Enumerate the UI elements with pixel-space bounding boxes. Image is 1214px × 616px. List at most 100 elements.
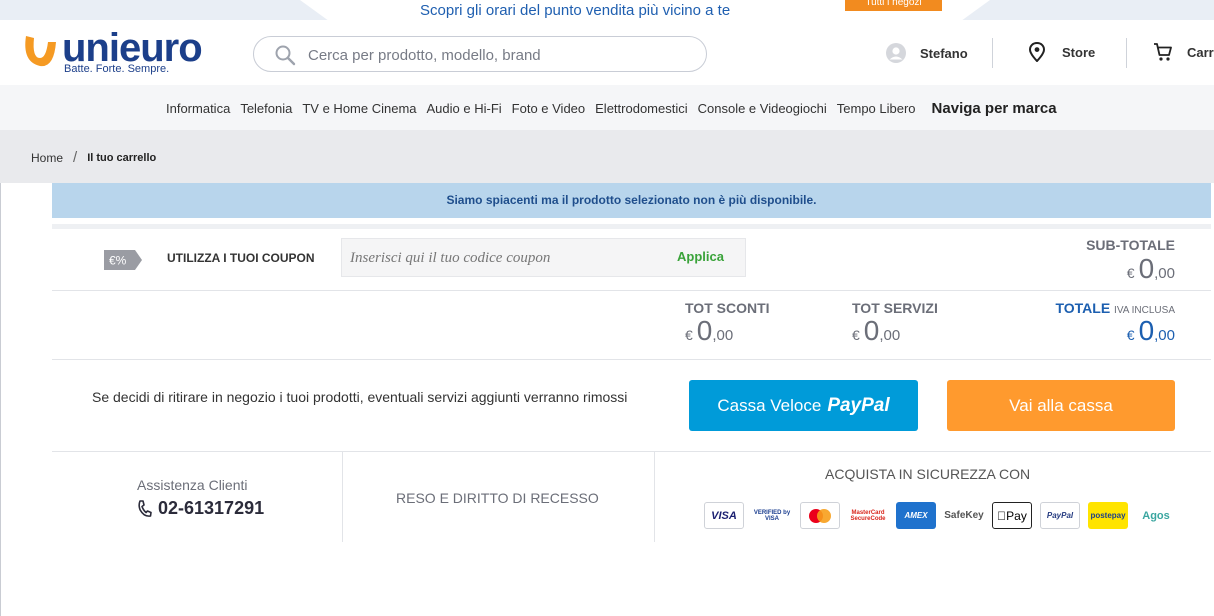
logo-mark-icon: [25, 36, 56, 67]
paypal-logo: PayPal: [827, 394, 890, 416]
category-tv-home-cinema[interactable]: TV e Home Cinema: [302, 101, 416, 116]
store-link[interactable]: Store: [1028, 42, 1095, 62]
brand-nav-link[interactable]: Naviga per marca: [932, 100, 1057, 117]
apple-pay-label: Pay: [1001, 508, 1027, 523]
alert-text: Siamo spiacenti ma il prodotto seleziona…: [446, 193, 817, 207]
phone-icon: [138, 499, 152, 517]
subtotal-amount: €0,00: [1127, 253, 1175, 285]
currency-symbol: €: [1126, 327, 1135, 343]
promo-strip: Scopri gli orari del punto vendita più v…: [0, 0, 1214, 20]
paypal-button-prefix: Cassa Veloce: [717, 395, 822, 415]
mastercard-securecode-icon: MasterCard SecureCode: [848, 502, 888, 529]
total-label: TOTALE: [1055, 300, 1111, 316]
footer-divider: [654, 452, 655, 542]
category-nav: Informatica Telefonia TV e Home Cinema A…: [0, 85, 1214, 130]
subtotal-int: 0: [1138, 253, 1155, 284]
total-label-group: TOTALE IVA INCLUSA: [1055, 300, 1175, 316]
verified-by-visa-icon: VERIFIED by VISA: [752, 502, 792, 529]
all-stores-button[interactable]: Tutti i negozi: [845, 0, 942, 11]
visa-text: VISA: [711, 509, 737, 522]
header-divider: [1126, 38, 1127, 68]
services-amount: €0,00: [852, 315, 900, 347]
discounts-int: 0: [696, 315, 713, 346]
promo-text[interactable]: Scopri gli orari del punto vendita più v…: [420, 2, 730, 19]
search-input[interactable]: [308, 45, 688, 65]
cart-link[interactable]: Carrello: [1153, 42, 1214, 62]
amex-icon: AMEX: [896, 502, 936, 529]
paypal-text: PayPal: [1046, 511, 1074, 520]
divider: [52, 359, 1211, 360]
mastercard-circles: [809, 508, 831, 523]
coupon-tag-icon: €%: [104, 250, 142, 270]
checkout-button[interactable]: Vai alla cassa: [947, 380, 1175, 431]
services-label: TOT SERVIZI: [852, 300, 938, 316]
postepay-text: postepay: [1090, 511, 1126, 520]
divider: [52, 451, 1211, 452]
search-icon[interactable]: [274, 44, 296, 66]
breadcrumb: Home / Il tuo carrello: [0, 130, 1214, 183]
coupon-tag-text: €%: [109, 254, 127, 268]
returns-link[interactable]: RESO E DIRITTO DI RECESSO: [396, 490, 599, 506]
category-elettrodomestici[interactable]: Elettrodomestici: [595, 101, 687, 116]
payment-methods: VISA VERIFIED by VISA MasterCard SecureC…: [704, 502, 1184, 529]
services-dec: ,00: [879, 327, 901, 344]
services-int: 0: [863, 315, 880, 346]
total-amount: €0,00: [1127, 315, 1175, 347]
currency-symbol: €: [1126, 265, 1135, 281]
category-audio-hifi[interactable]: Audio e Hi-Fi: [427, 101, 502, 116]
divider: [52, 290, 1211, 291]
safekey-text: SafeKey: [944, 510, 984, 521]
breadcrumb-current: Il tuo carrello: [87, 151, 157, 164]
cart-top-bar: [52, 224, 1211, 229]
user-avatar-icon: [886, 43, 906, 63]
subtotal-dec: ,00: [1154, 265, 1175, 282]
logo-tagline: Batte. Forte. Sempre.: [64, 63, 170, 75]
category-telefonia[interactable]: Telefonia: [240, 101, 292, 116]
coupon-input[interactable]: [350, 248, 650, 268]
discounts-amount: €0,00: [685, 315, 733, 347]
coupon-label: UTILIZZA I TUOI COUPON: [167, 251, 315, 265]
paypal-checkout-button[interactable]: Cassa Veloce PayPal: [689, 380, 918, 431]
mastercard-icon: [800, 502, 840, 529]
verified-text: VERIFIED by VISA: [753, 509, 791, 522]
location-pin-icon: [1028, 42, 1046, 62]
category-tempo-libero[interactable]: Tempo Libero: [837, 101, 916, 116]
agos-icon: Agos: [1136, 502, 1176, 529]
category-informatica[interactable]: Informatica: [166, 101, 230, 116]
currency-symbol: €: [685, 327, 693, 343]
cart-icon: [1154, 43, 1172, 61]
page-edge: [0, 183, 1, 616]
category-list: Informatica Telefonia TV e Home Cinema A…: [166, 100, 1067, 117]
securecode-text: MasterCard SecureCode: [850, 509, 886, 522]
agos-text: Agos: [1142, 509, 1170, 522]
customer-service-label: Assistenza Clienti: [137, 477, 248, 493]
apple-pay-text: Pay: [997, 509, 1027, 523]
postepay-icon: postepay: [1088, 502, 1128, 529]
breadcrumb-list: Home / Il tuo carrello: [31, 149, 156, 166]
breadcrumb-separator: /: [73, 149, 78, 166]
total-int: 0: [1138, 315, 1155, 346]
store-label: Store: [1062, 44, 1096, 60]
amex-text: AMEX: [904, 511, 928, 520]
unavailable-alert: Siamo spiacenti ma il prodotto seleziona…: [52, 183, 1211, 218]
footer-divider: [342, 452, 343, 542]
unieuro-logo[interactable]: unieuro Batte. Forte. Sempre.: [20, 26, 205, 78]
search-bar[interactable]: [253, 36, 707, 72]
category-console-videogiochi[interactable]: Console e Videogiochi: [698, 101, 827, 116]
amex-safekey-icon: SafeKey: [944, 502, 984, 529]
subtotal-label: SUB-TOTALE: [1086, 237, 1175, 253]
apple-pay-icon: Pay: [992, 502, 1032, 529]
user-account[interactable]: Stefano: [886, 42, 968, 64]
discounts-label: TOT SCONTI: [685, 300, 770, 316]
pickup-notice: Se decidi di ritirare in negozio i tuoi …: [92, 389, 628, 405]
currency-symbol: €: [852, 327, 860, 343]
customer-service-phone[interactable]: 02-61317291: [137, 498, 264, 519]
apply-coupon-button[interactable]: Applica: [677, 249, 724, 264]
category-foto-video[interactable]: Foto e Video: [512, 101, 585, 116]
coupon-box: Applica: [341, 238, 746, 277]
breadcrumb-home[interactable]: Home: [31, 151, 63, 165]
paypal-icon: PayPal: [1040, 502, 1080, 529]
user-name: Stefano: [920, 45, 968, 61]
site-header: unieuro Batte. Forte. Sempre. Stefano St…: [0, 20, 1214, 85]
visa-icon: VISA: [704, 502, 744, 529]
